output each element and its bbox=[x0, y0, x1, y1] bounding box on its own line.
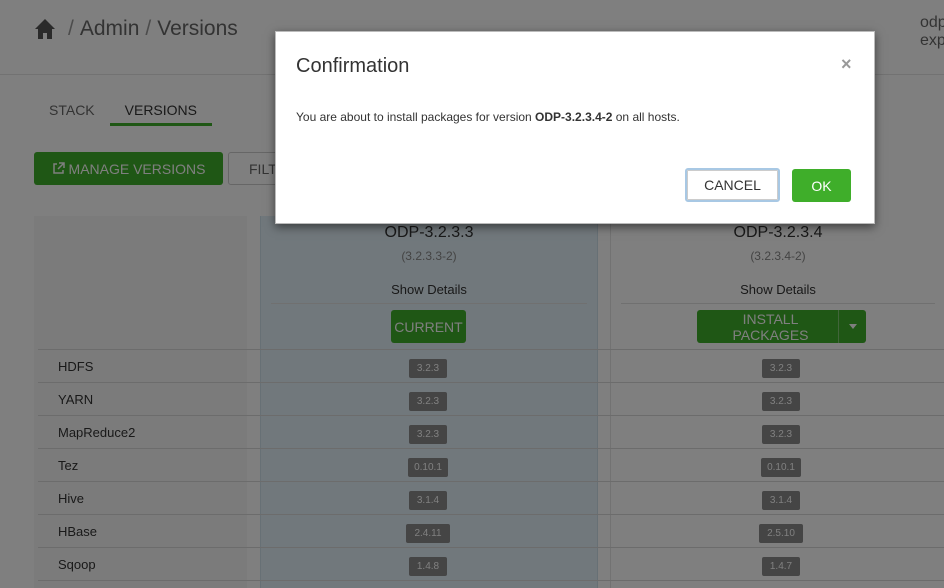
message-version: ODP-3.2.3.4-2 bbox=[535, 110, 613, 124]
message-suffix: on all hosts. bbox=[612, 110, 680, 124]
confirmation-dialog: Confirmation × You are about to install … bbox=[275, 31, 875, 224]
dialog-message: You are about to install packages for ve… bbox=[296, 110, 680, 124]
message-prefix: You are about to install packages for ve… bbox=[296, 110, 536, 124]
dialog-title: Confirmation bbox=[296, 55, 410, 77]
ok-button[interactable]: OK bbox=[792, 169, 851, 202]
close-icon[interactable]: × bbox=[841, 54, 852, 75]
cancel-button[interactable]: CANCEL bbox=[685, 168, 780, 202]
